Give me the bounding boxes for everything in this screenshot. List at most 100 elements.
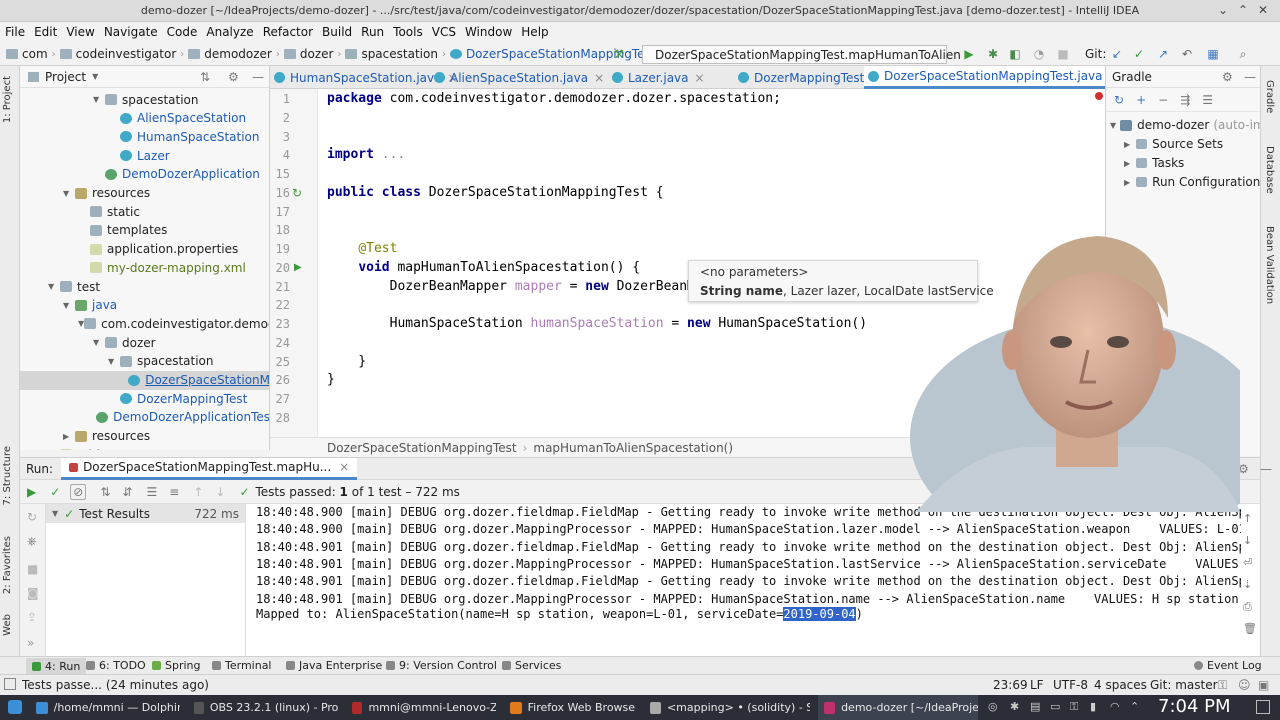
- debug-icon[interactable]: ✱: [986, 47, 1000, 61]
- search-everywhere-icon[interactable]: ⌕: [1236, 47, 1250, 61]
- tree-item[interactable]: Lazer: [20, 146, 269, 165]
- tab-web[interactable]: Web: [2, 614, 13, 636]
- taskbar-task[interactable]: OBS 23.2.1 (linux) - Profile...: [188, 695, 338, 720]
- git-update-icon[interactable]: ↙: [1110, 47, 1124, 61]
- taskbar-task[interactable]: /home/mmni — Dolphin: [30, 695, 180, 720]
- hide-panel-icon[interactable]: —: [1260, 462, 1272, 476]
- status-message[interactable]: Tests passe... (24 minutes ago): [22, 678, 209, 692]
- menu-code[interactable]: Code: [167, 25, 198, 39]
- tree-item[interactable]: ▼ test: [20, 277, 269, 296]
- expand-all-icon[interactable]: ☰: [146, 485, 157, 499]
- toggle-tool-windows-icon[interactable]: [4, 678, 16, 690]
- menu-run[interactable]: Run: [361, 25, 384, 39]
- clock[interactable]: 7:04 PM: [1158, 696, 1231, 717]
- git-push-icon[interactable]: ↗: [1156, 47, 1170, 61]
- menu-file[interactable]: File: [5, 25, 25, 39]
- chevron-down-icon[interactable]: ▼: [48, 282, 60, 291]
- tab-gradle[interactable]: Gradle: [1264, 80, 1275, 113]
- tooltab-todo[interactable]: 6: TODO: [86, 659, 146, 672]
- show-passed-icon[interactable]: ✓: [50, 485, 60, 499]
- chevron-down-icon[interactable]: ▼: [108, 357, 120, 366]
- run-icon[interactable]: ▶: [962, 47, 976, 61]
- stop-icon[interactable]: ■: [1056, 47, 1070, 61]
- tab-structure[interactable]: 7: Structure: [2, 446, 13, 505]
- project-structure-icon[interactable]: ▦: [1206, 47, 1220, 61]
- gradle-root[interactable]: ▼ demo-dozer (auto-impo: [1110, 118, 1280, 132]
- tree-item[interactable]: DozerSpaceStationM: [20, 370, 269, 390]
- tab-project[interactable]: 1: Project: [2, 76, 13, 123]
- menu-edit[interactable]: Edit: [34, 25, 57, 39]
- editor-tab[interactable]: Lazer.java ×: [608, 66, 705, 89]
- tree-item[interactable]: DemoDozerApplicationTes: [20, 408, 269, 427]
- tree-item[interactable]: .gitignore: [20, 445, 269, 450]
- menu-build[interactable]: Build: [322, 25, 352, 39]
- tooltab-event-log[interactable]: Event Log: [1194, 659, 1262, 672]
- chevron-right-icon[interactable]: ▶: [63, 432, 75, 441]
- tooltab-terminal[interactable]: Terminal: [212, 659, 272, 672]
- battery-icon[interactable]: ▮: [1090, 700, 1096, 713]
- show-desktop-icon[interactable]: [1256, 700, 1270, 714]
- tooltab-spring[interactable]: Spring: [152, 659, 201, 672]
- collapse-all-icon[interactable]: ⇅: [200, 70, 210, 84]
- more-icon[interactable]: »: [27, 636, 34, 650]
- sort-alpha-icon[interactable]: ⇅: [100, 485, 110, 499]
- nav-crumb[interactable]: dozer ›: [283, 47, 341, 61]
- editor-tab[interactable]: AlienSpaceStation.java ×: [430, 66, 604, 89]
- test-method-run-icon[interactable]: ▶: [294, 262, 302, 273]
- menu-vcs[interactable]: VCS: [432, 25, 456, 39]
- file-encoding[interactable]: UTF-8: [1053, 678, 1088, 692]
- prev-failed-icon[interactable]: ↑: [193, 485, 203, 499]
- menu-tools[interactable]: Tools: [393, 25, 423, 39]
- tree-item[interactable]: AlienSpaceStation: [20, 109, 269, 128]
- hide-panel-icon[interactable]: —: [1244, 70, 1256, 84]
- tooltab-version-control[interactable]: 9: Version Control: [386, 659, 497, 672]
- tree-item[interactable]: ▼ resources: [20, 184, 269, 203]
- tree-item[interactable]: application.properties: [20, 240, 269, 259]
- tree-item[interactable]: templates: [20, 221, 269, 240]
- clipboard-icon[interactable]: ▤: [1030, 700, 1040, 713]
- tab-database[interactable]: Database: [1264, 146, 1275, 194]
- rerun-icon[interactable]: ▶: [27, 485, 36, 499]
- notification-icon[interactable]: ▣: [1258, 678, 1269, 692]
- toggle-auto-test-icon[interactable]: ⎈: [27, 534, 37, 549]
- tree-item[interactable]: DemoDozerApplication: [20, 165, 269, 184]
- git-branch[interactable]: Git: master: [1150, 678, 1218, 692]
- rerun-failed-icon[interactable]: ↻: [27, 510, 37, 524]
- taskbar-task[interactable]: demo-dozer [~/IdeaProje...: [818, 695, 978, 720]
- lock-screen-icon[interactable]: ⚿: [1070, 700, 1078, 714]
- chevron-down-icon[interactable]: ▼: [93, 338, 105, 347]
- tree-item[interactable]: ▼ com.codeinvestigator.demod: [20, 314, 269, 333]
- chevron-down-icon[interactable]: ▼: [93, 95, 105, 104]
- run-config-tab[interactable]: DozerSpaceStationMappingTest.mapHu... ×: [61, 457, 358, 480]
- refresh-icon[interactable]: ↻: [1114, 93, 1124, 107]
- wifi-icon[interactable]: ◠: [1110, 700, 1120, 713]
- close-icon[interactable]: ✕: [1258, 3, 1268, 17]
- gradle-tree-item[interactable]: ▶ Tasks: [1124, 156, 1184, 170]
- tab-favorites[interactable]: 2: Favorites: [2, 536, 13, 594]
- menu-help[interactable]: Help: [521, 25, 548, 39]
- menu-window[interactable]: Window: [465, 25, 512, 39]
- run-config-select[interactable]: DozerSpaceStationMappingTest.mapHumanToA…: [642, 45, 961, 64]
- breadcrumb-method[interactable]: mapHumanToAlienSpacestation(): [533, 441, 733, 455]
- caret-position[interactable]: 23:69: [993, 678, 1028, 692]
- scroll-up-icon[interactable]: ↑: [1243, 512, 1252, 525]
- tree-item[interactable]: ▼ java: [20, 296, 269, 315]
- tooltab-run[interactable]: 4: Run: [26, 658, 87, 674]
- tree-item[interactable]: DozerMappingTest: [20, 389, 269, 408]
- clear-all-icon[interactable]: 🗑: [1243, 622, 1257, 635]
- hammer-icon[interactable]: ⚒: [612, 47, 626, 61]
- sort-duration-icon[interactable]: ⇵: [122, 485, 132, 499]
- taskbar-task[interactable]: Firefox Web Browser: [504, 695, 636, 720]
- gear-icon[interactable]: ⚙: [228, 70, 239, 84]
- tree-item[interactable]: static: [20, 202, 269, 221]
- test-results-row[interactable]: ▼ ✓ Test Results 722 ms: [46, 504, 245, 523]
- tree-item[interactable]: ▼ spacestation: [20, 352, 269, 371]
- tab-bean-validation[interactable]: Bean Validation: [1264, 226, 1275, 304]
- nav-crumb[interactable]: com ›: [6, 47, 56, 61]
- maximize-icon[interactable]: ⌃: [1238, 3, 1248, 17]
- tree-item[interactable]: my-dozer-mapping.xml: [20, 258, 269, 277]
- show-ignored-icon[interactable]: ⊘: [70, 483, 87, 500]
- line-separator[interactable]: LF: [1030, 678, 1044, 692]
- tooltab-java-enterprise[interactable]: Java Enterprise: [286, 659, 382, 672]
- tree-item[interactable]: ▶ resources: [20, 427, 269, 446]
